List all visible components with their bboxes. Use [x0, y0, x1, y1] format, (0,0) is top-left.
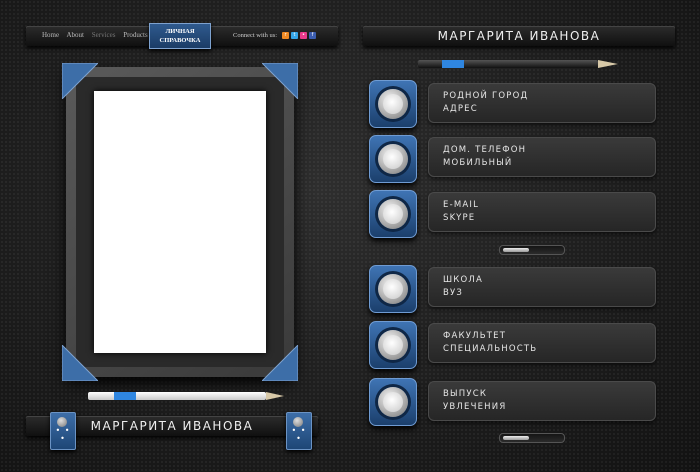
- pencil-icon: [418, 60, 618, 68]
- clip-right-icon: • • •: [286, 412, 312, 450]
- frame-inner: [76, 77, 284, 367]
- card-line1: ДОМ. ТЕЛЕФОН: [443, 145, 527, 155]
- card-line2: МОБИЛЬНЫЙ: [443, 158, 513, 168]
- frame-corner-bottom-left: [62, 345, 98, 381]
- logo-line2: СПРАВОЧКА: [159, 37, 201, 44]
- rss-icon[interactable]: r: [282, 32, 289, 39]
- info-card: ШКОЛА ВУЗ: [428, 267, 656, 307]
- card-line2: SKYPE: [443, 213, 476, 223]
- dial-button[interactable]: [369, 265, 417, 313]
- facebook-icon[interactable]: f: [309, 32, 316, 39]
- photo-placeholder[interactable]: [94, 91, 266, 353]
- frame-corner-bottom-right: [262, 345, 298, 381]
- card-line1: ВЫПУСК: [443, 389, 488, 399]
- card-line2: СПЕЦИАЛЬНОСТЬ: [443, 344, 538, 354]
- dial-button[interactable]: [369, 321, 417, 369]
- slider-control[interactable]: [499, 433, 565, 443]
- info-card: ФАКУЛЬТЕТ СПЕЦИАЛЬНОСТЬ: [428, 323, 656, 363]
- info-card: РОДНОЙ ГОРОД АДРЕС: [428, 83, 656, 123]
- dial-button[interactable]: [369, 190, 417, 238]
- header-name-bar: МАРГАРИТА ИВАНОВА: [363, 26, 675, 46]
- nav-home[interactable]: Home: [42, 31, 59, 39]
- connect-label: Connect with us:: [233, 32, 278, 39]
- dial-button[interactable]: [369, 80, 417, 128]
- twitter-icon[interactable]: t: [291, 32, 298, 39]
- info-card: ДОМ. ТЕЛЕФОН МОБИЛЬНЫЙ: [428, 137, 656, 177]
- info-card: ВЫПУСК УВЛЕЧЕНИЯ: [428, 381, 656, 421]
- pencil-icon: [88, 392, 284, 400]
- dial-button[interactable]: [369, 135, 417, 183]
- info-card: E-MAIL SKYPE: [428, 192, 656, 232]
- card-line1: РОДНОЙ ГОРОД: [443, 91, 529, 101]
- clip-left-icon: • • •: [50, 412, 76, 450]
- card-line1: E-MAIL: [443, 200, 480, 210]
- top-navbar: Home About Services Products ЛИЧНАЯ СПРА…: [26, 23, 338, 49]
- logo-line1: ЛИЧНАЯ: [165, 28, 195, 35]
- card-line2: ВУЗ: [443, 288, 464, 298]
- frame-corner-top-left: [62, 63, 98, 99]
- photo-frame: [62, 63, 298, 381]
- dial-button[interactable]: [369, 378, 417, 426]
- slider-control[interactable]: [499, 245, 565, 255]
- nav-links: Home About Services Products: [42, 31, 154, 39]
- flickr-icon[interactable]: •: [300, 32, 307, 39]
- frame-corner-top-right: [262, 63, 298, 99]
- nav-products[interactable]: Products: [123, 31, 148, 39]
- card-line2: АДРЕС: [443, 104, 478, 114]
- nav-about[interactable]: About: [66, 31, 84, 39]
- site-logo[interactable]: ЛИЧНАЯ СПРАВОЧКА: [149, 23, 211, 49]
- card-line1: ШКОЛА: [443, 275, 484, 285]
- card-line2: УВЛЕЧЕНИЯ: [443, 402, 507, 412]
- card-line1: ФАКУЛЬТЕТ: [443, 331, 507, 341]
- nav-services[interactable]: Services: [92, 31, 116, 39]
